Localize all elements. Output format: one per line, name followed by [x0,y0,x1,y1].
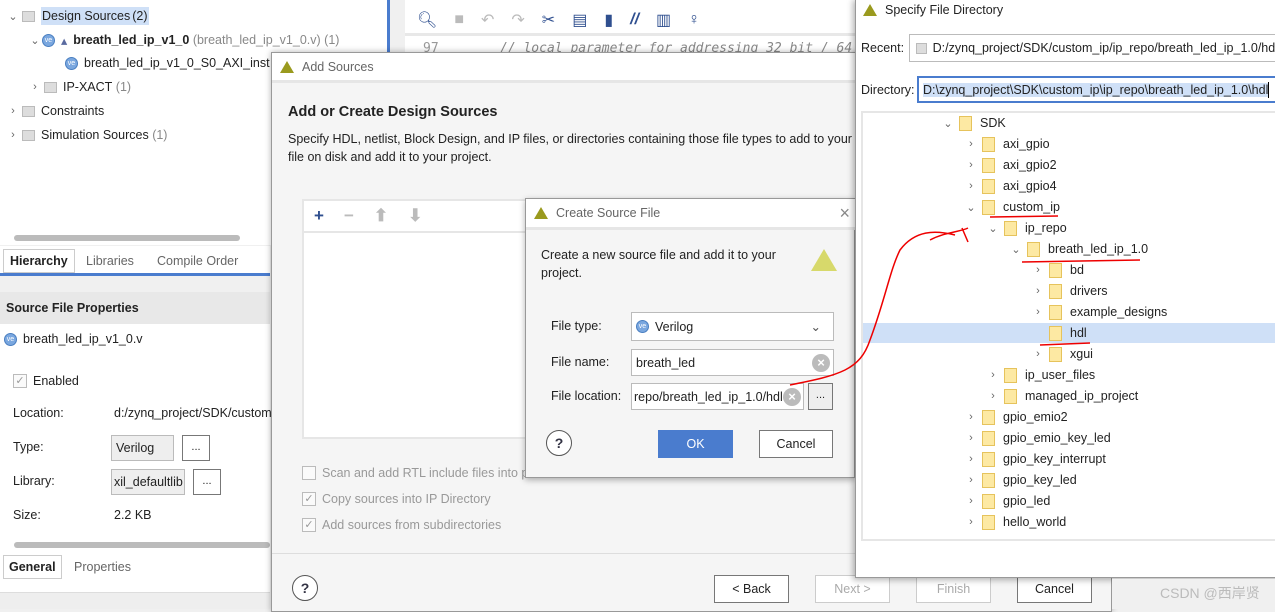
annotation-overlay [789,215,1141,386]
annotation-arrow [789,227,969,386]
annotation-underline-custom-ip [989,215,1059,218]
annotation-underline-breath-led [1021,259,1141,263]
annotation-underline-hdl [1039,342,1091,346]
